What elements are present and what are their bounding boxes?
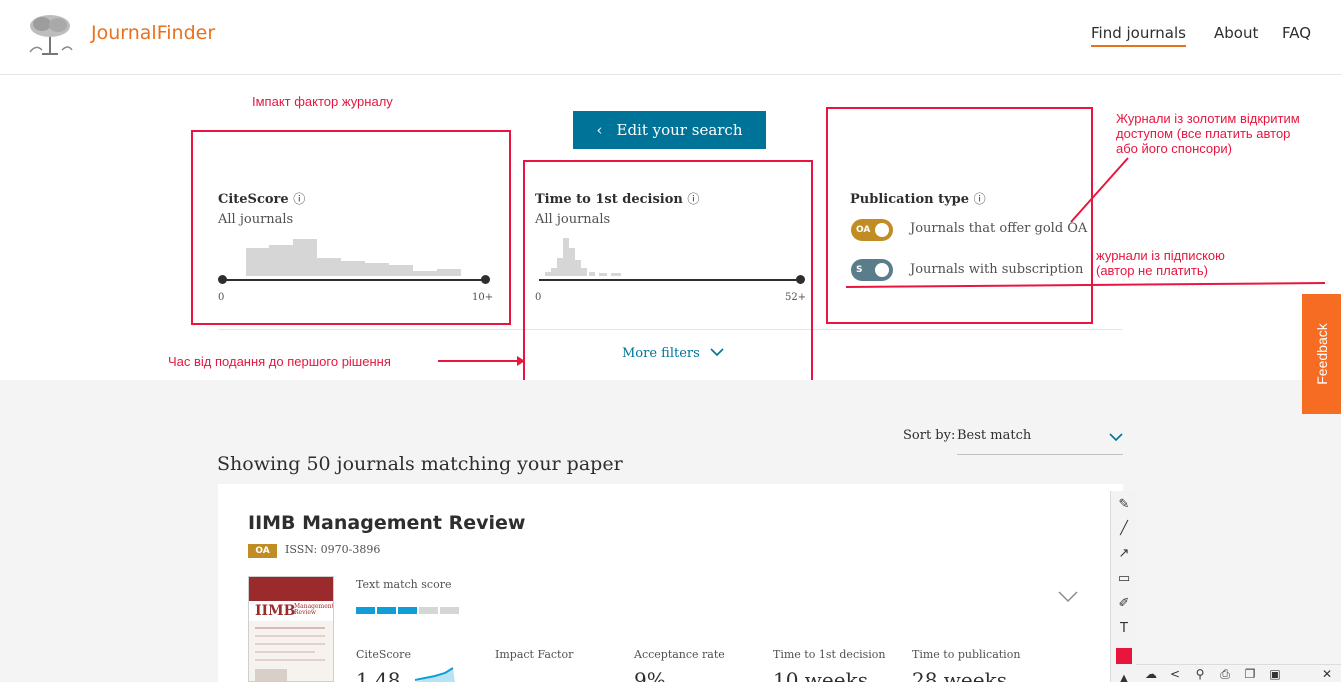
text-match-segment	[377, 607, 396, 614]
oa-badge: OA	[248, 544, 277, 558]
annotation-subscription: журнали із підпискою (автор не платить)	[1096, 248, 1225, 278]
chevron-left-icon: ‹	[596, 121, 603, 139]
annotation-impact-factor: Імпакт фактор журналу	[252, 94, 393, 109]
close-icon[interactable]: ✕	[1318, 666, 1336, 682]
sort-select[interactable]: Best match	[957, 421, 1123, 455]
header: JournalFinder Find journals About FAQ	[0, 0, 1341, 75]
brand-name[interactable]: JournalFinder	[91, 22, 215, 44]
text-match-segment	[440, 607, 459, 614]
metric-label-time-to-publication: Time to publication	[912, 648, 1021, 661]
line-icon[interactable]: ╱	[1116, 521, 1132, 537]
cover-line	[255, 659, 325, 661]
cover-title-band: IIMB Management Review	[249, 601, 334, 621]
metric-value-time-to-decision: 10 weeks	[773, 668, 868, 682]
highlighter-icon[interactable]: ✐	[1116, 596, 1132, 612]
journal-cover-image[interactable]: IIMB Management Review	[248, 576, 334, 682]
nav-about[interactable]: About	[1214, 24, 1258, 42]
nav-faq[interactable]: FAQ	[1282, 24, 1311, 42]
annotation-box-citescore	[191, 130, 511, 325]
copy-icon[interactable]: ❐	[1241, 666, 1259, 682]
expand-card-chevron-icon[interactable]	[1058, 588, 1078, 607]
share-icon[interactable]: <	[1166, 666, 1184, 682]
nav-find-journals[interactable]: Find journals	[1091, 24, 1186, 47]
save-icon[interactable]: ▣	[1266, 666, 1284, 682]
metric-label-citescore: CiteScore	[356, 648, 411, 661]
metric-label-impact-factor: Impact Factor	[495, 648, 574, 661]
metric-value-acceptance-rate: 9%	[634, 668, 666, 682]
annotation-line: або його спонсори)	[1116, 141, 1232, 156]
metric-value-citescore: 1.48	[356, 668, 401, 682]
metric-label-time-to-decision: Time to 1st decision	[773, 648, 886, 661]
annotation-line: журнали із підпискою	[1096, 248, 1225, 263]
cover-header-band	[249, 577, 333, 601]
print-icon[interactable]: ⎙	[1216, 666, 1234, 682]
screenshot-toolbar: ☁ < ⚲ ⎙ ❐ ▣ ✕	[1136, 664, 1341, 682]
cover-line	[255, 651, 315, 653]
annotation-box-publication-type	[826, 107, 1093, 324]
citescore-trend-sparkline	[415, 667, 455, 682]
pen-icon[interactable]: ✎	[1116, 497, 1132, 513]
annotation-box-time-to-decision	[523, 160, 813, 382]
text-match-segment	[356, 607, 375, 614]
metric-label-acceptance-rate: Acceptance rate	[634, 648, 725, 661]
sort-by-label: Sort by:	[903, 428, 956, 443]
journal-title[interactable]: IIMB Management Review	[248, 512, 525, 534]
cover-line	[255, 635, 325, 637]
sort-select-value: Best match	[957, 428, 1032, 443]
rectangle-icon[interactable]: ▭	[1116, 571, 1132, 587]
edit-search-button[interactable]: ‹ Edit your search	[573, 111, 766, 149]
annotation-line: (автор не платить)	[1096, 263, 1208, 278]
feedback-tab[interactable]: Feedback	[1302, 294, 1341, 414]
arrow-icon[interactable]: ↗	[1116, 546, 1132, 562]
text-match-segment	[419, 607, 438, 614]
cover-title: IIMB	[255, 603, 296, 619]
metric-value-time-to-publication: 28 weeks	[912, 668, 1007, 682]
arrow-up-icon[interactable]: ▲	[1116, 671, 1132, 682]
annotation-line: Журнали із золотим відкритим	[1116, 111, 1300, 126]
elsevier-logo[interactable]	[22, 12, 78, 58]
journal-issn: ISSN: 0970-3896	[285, 543, 381, 556]
annotation-time-to-decision: Час від подання до першого рішення	[168, 354, 391, 369]
annotation-gold-oa: Журнали із золотим відкритим доступом (в…	[1116, 111, 1300, 156]
search-icon[interactable]: ⚲	[1191, 666, 1209, 682]
annotation-toolbar: ✎ ╱ ↗ ▭ ✐ T ▲	[1110, 491, 1136, 682]
text-match-segment	[398, 607, 417, 614]
cover-logo-block	[255, 669, 287, 681]
feedback-label: Feedback	[1313, 323, 1330, 385]
cover-subtitle: Management Review	[294, 603, 334, 616]
text-icon[interactable]: T	[1116, 621, 1132, 637]
cover-line	[255, 643, 325, 645]
cloud-upload-icon[interactable]: ☁	[1142, 666, 1160, 682]
chevron-down-icon	[1109, 431, 1123, 446]
edit-search-label: Edit your search	[616, 121, 743, 139]
color-swatch[interactable]	[1116, 648, 1132, 664]
text-match-score-label: Text match score	[356, 578, 452, 591]
annotation-line: доступом (все платить автор	[1116, 126, 1291, 141]
results-count-heading: Showing 50 journals matching your paper	[217, 453, 623, 475]
cover-line	[255, 627, 325, 629]
